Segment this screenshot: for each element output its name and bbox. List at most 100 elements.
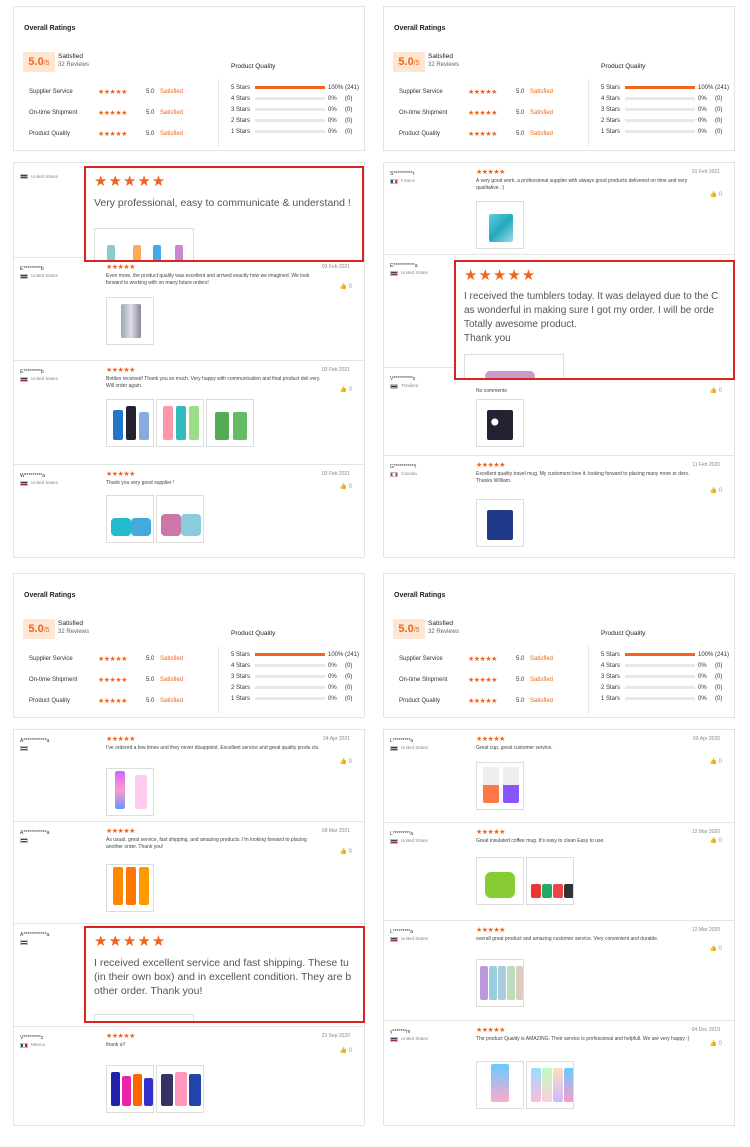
rating-bar-3: 3 Stars 0% (0) <box>231 106 353 113</box>
metric-product-quality: Product Quality ★★★★★ 5.0 Satisfied <box>29 131 184 138</box>
review-photo[interactable] <box>156 495 204 543</box>
flag-ca-icon <box>390 472 398 477</box>
overall-ratings-panel: Overall Ratings 5.0/5 Satisfied 32 Revie… <box>383 6 735 151</box>
review-stars: ★★★★★ <box>476 736 505 743</box>
like-button[interactable]: 👍 0 <box>710 387 722 394</box>
like-button[interactable]: 👍 0 <box>710 758 722 765</box>
reviewer-name: A************a <box>20 830 50 836</box>
review-stars: ★★★★★ <box>476 462 505 469</box>
review-photo[interactable] <box>206 399 254 447</box>
like-button[interactable]: 👍 0 <box>710 487 722 494</box>
like-button[interactable]: 👍 0 <box>340 386 352 393</box>
rating-bar-5: 5 Stars 100% (241) <box>601 84 730 91</box>
product-quality-heading: Product Quality <box>231 630 276 637</box>
rating-metrics: Supplier Service ★★★★★ 5.0 Satisfied On-tim… <box>23 79 219 147</box>
reviewer-country: Thailand <box>401 383 419 388</box>
overall-ratings-title: Overall Ratings <box>24 592 76 599</box>
reviewer-country: United States <box>401 838 429 843</box>
star-icons: ★★★★★ <box>468 677 497 684</box>
reviews-panel-4: L*********a United States ★★★★★ 09 Apr 2… <box>383 729 735 1126</box>
review-photo[interactable] <box>106 297 154 345</box>
review-photo[interactable] <box>106 768 154 816</box>
like-button[interactable]: 👍 0 <box>340 758 352 765</box>
flag-us-icon <box>390 839 398 844</box>
flag-fr-icon <box>390 179 398 184</box>
satisfied-label: Satisfied <box>428 53 453 60</box>
like-button[interactable]: 👍 0 <box>710 1040 722 1047</box>
rating-bar-2: 2 Stars 0% (0) <box>601 117 723 124</box>
reviewer-name: L*********a <box>390 831 414 837</box>
review-stars: ★★★★★ <box>476 927 505 934</box>
reviewer-country: United States <box>31 273 59 278</box>
review-count: 32 Reviews <box>58 62 90 68</box>
review-photo[interactable] <box>106 495 154 543</box>
review-photo[interactable] <box>106 1065 154 1113</box>
review-photos <box>106 864 154 912</box>
review-photo[interactable] <box>526 1061 574 1109</box>
review-photo[interactable] <box>156 399 204 447</box>
rating-bar-4: 4 Stars 0% (0) <box>601 662 723 669</box>
like-button[interactable]: 👍 0 <box>340 1047 352 1054</box>
review-photo[interactable] <box>476 499 524 547</box>
metric-supplier-service: Supplier Service ★★★★★ 5.0 Satisfied <box>29 656 184 663</box>
review-item: y*******m United States ★★★★★ 04 Dec 201… <box>384 1021 734 1125</box>
callout-stars: ★★★★★ <box>94 173 167 190</box>
star-icons: ★★★★★ <box>468 131 497 138</box>
like-button[interactable]: 👍 0 <box>710 191 722 198</box>
review-photo[interactable] <box>156 1065 204 1113</box>
review-photo[interactable] <box>476 399 524 447</box>
review-photo[interactable] <box>476 1061 524 1109</box>
overall-score-badge: 5.0/5 <box>23 52 55 72</box>
metric-product-quality: Product Quality ★★★★★ 5.0 Satisfied <box>399 131 554 138</box>
callout-stars: ★★★★★ <box>94 933 167 950</box>
reviewer-country: United States <box>31 174 59 179</box>
rating-bar-3: 3 Stars 0% (0) <box>231 673 353 680</box>
rating-bar-2: 2 Stars 0% (0) <box>231 117 353 124</box>
review-photo[interactable] <box>476 201 524 249</box>
like-button[interactable]: 👍 0 <box>710 945 722 952</box>
star-icons: ★★★★★ <box>98 89 127 96</box>
review-item: E*********b United States ★★★★★ 03 Feb 2… <box>14 361 364 465</box>
like-button[interactable]: 👍 0 <box>340 283 352 290</box>
review-photo[interactable] <box>476 762 524 810</box>
reviewer-name: E***********a <box>390 263 418 269</box>
review-item: A************a ★★★★★ 08 Mar 2021 As usua… <box>14 822 364 924</box>
flag-pr-icon <box>20 940 28 945</box>
reviewer-country: United States <box>31 480 59 485</box>
satisfied-label: Satisfied <box>58 620 83 627</box>
review-photo[interactable] <box>526 857 574 905</box>
review-stars: ★★★★★ <box>106 736 135 743</box>
review-date: 01 Feb 2021 <box>691 169 720 175</box>
flag-us-icon <box>20 174 28 179</box>
flag-us-icon <box>390 937 398 942</box>
review-text: I've ordered a few times and they never … <box>106 745 320 751</box>
review-photo[interactable] <box>106 864 154 912</box>
review-highlight-callout: ★★★★★ Very professional, easy to communi… <box>84 166 364 262</box>
product-quality-heading: Product Quality <box>231 63 276 70</box>
like-button[interactable]: 👍 0 <box>710 837 722 844</box>
review-stars: ★★★★★ <box>106 264 135 271</box>
like-button[interactable]: 👍 0 <box>340 483 352 490</box>
metric-on-time-shipment: On-time Shipment ★★★★★ 5.0 Satisfied <box>29 110 184 117</box>
overall-score-badge: 5.0/5 <box>393 619 425 639</box>
flag-us-icon <box>390 271 398 276</box>
reviewer-name: A************a <box>20 932 50 938</box>
star-icons: ★★★★★ <box>468 698 497 705</box>
flag-mx-icon <box>20 1043 28 1048</box>
star-icons: ★★★★★ <box>98 698 127 705</box>
flag-us-icon <box>390 1037 398 1042</box>
callout-text: I received excellent service and fast sh… <box>94 957 352 997</box>
review-photo[interactable] <box>476 857 524 905</box>
review-photo[interactable] <box>476 959 524 1007</box>
flag-us-icon <box>20 481 28 486</box>
rating-bar-2: 2 Stars 0% (0) <box>231 684 353 691</box>
review-highlight-callout: ★★★★★ I received the tumblers today. It … <box>454 260 735 380</box>
review-photo[interactable] <box>106 399 154 447</box>
rating-bar-5: 5 Stars 100% (241) <box>231 84 360 91</box>
overall-ratings-panel: Overall Ratings 5.0/5 Satisfied 32 Revie… <box>383 573 735 718</box>
callout-text: I received the tumblers today. It was de… <box>464 291 719 344</box>
metric-product-quality: Product Quality ★★★★★ 5.0 Satisfied <box>29 698 184 705</box>
like-button[interactable]: 👍 0 <box>340 848 352 855</box>
review-photos <box>476 762 524 810</box>
reviewer-name: E*********b <box>20 369 44 375</box>
